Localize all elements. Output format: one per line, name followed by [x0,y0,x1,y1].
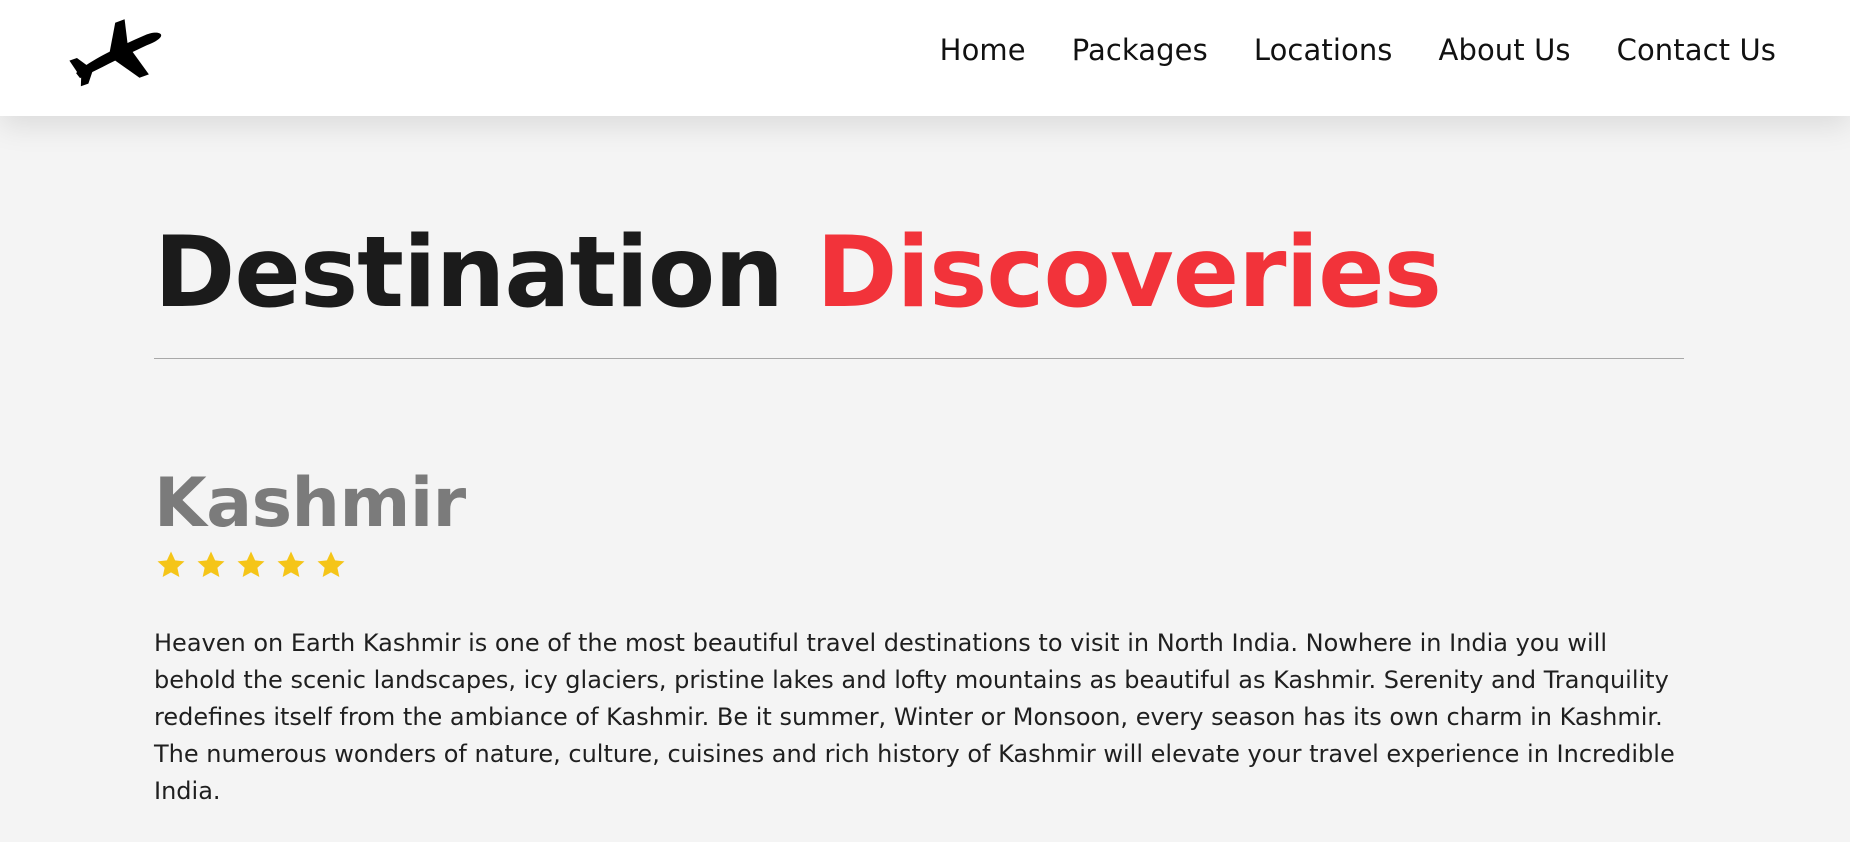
nav-packages[interactable]: Packages [1072,28,1208,72]
nav-home[interactable]: Home [940,28,1026,72]
star-icon [274,548,308,582]
title-divider [154,358,1684,359]
page-title: Destination Discoveries [154,214,1684,332]
main-nav: Home Packages Locations About Us Contact… [940,28,1776,72]
star-icon [234,548,268,582]
location-description: Heaven on Earth Kashmir is one of the mo… [154,629,1675,805]
location-title: Kashmir [154,464,466,543]
location-section: Kashmir Heaven on Earth Kashmir is one o… [154,467,1684,810]
star-icon [154,548,188,582]
airplane-icon[interactable] [64,18,170,90]
nav-contact-us[interactable]: Contact Us [1617,28,1776,72]
star-rating [154,547,1684,583]
star-icon [194,548,228,582]
page-title-main: Destination [154,216,784,330]
nav-about-us[interactable]: About Us [1439,28,1571,72]
main-content: Destination Discoveries Kashmir Heaven o… [154,116,1684,810]
nav-locations[interactable]: Locations [1254,28,1393,72]
star-icon [314,548,348,582]
site-header: Home Packages Locations About Us Contact… [0,0,1850,116]
page-title-accent: Discoveries [816,216,1442,330]
